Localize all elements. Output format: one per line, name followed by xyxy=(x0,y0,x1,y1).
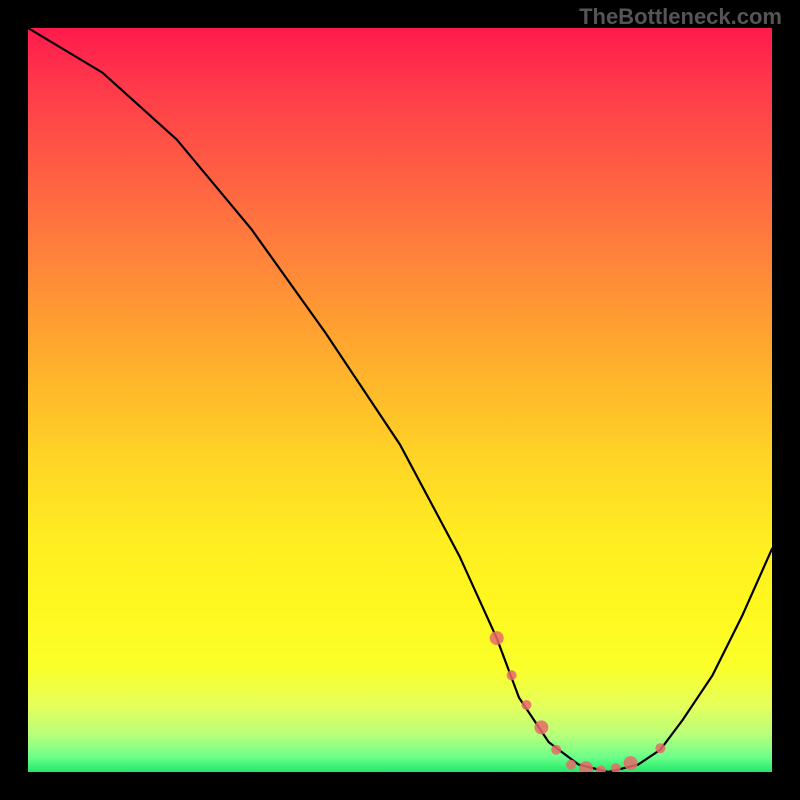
marker-dot xyxy=(579,761,593,772)
plot-area xyxy=(28,28,772,772)
marker-dot xyxy=(566,760,576,770)
curve-line xyxy=(28,28,772,772)
chart-svg xyxy=(28,28,772,772)
marker-dot xyxy=(596,766,606,773)
marker-dot xyxy=(507,670,517,680)
marker-dot xyxy=(611,763,621,772)
watermark-text: TheBottleneck.com xyxy=(579,4,782,30)
marker-dot xyxy=(522,700,532,710)
marker-dot xyxy=(534,720,548,734)
marker-dot xyxy=(551,745,561,755)
marker-dot xyxy=(490,631,504,645)
highlight-markers xyxy=(490,631,666,772)
marker-dot xyxy=(655,743,665,753)
marker-dot xyxy=(624,756,638,770)
